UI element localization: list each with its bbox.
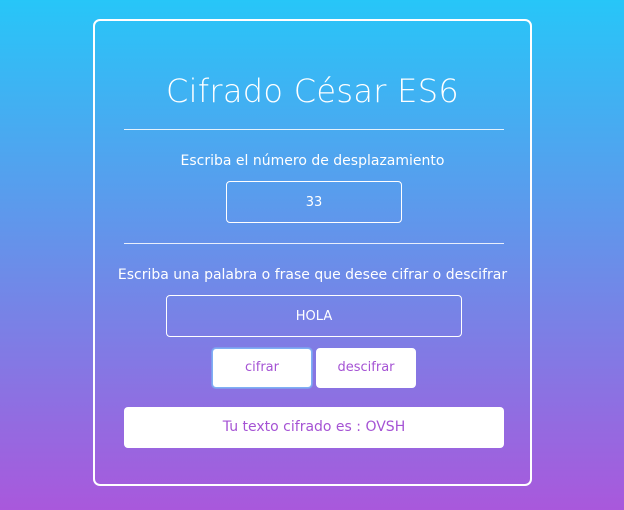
- message-input[interactable]: [166, 295, 462, 337]
- result-output: Tu texto cifrado es : OVSH: [124, 407, 504, 448]
- message-label: Escriba una palabra o frase que desee ci…: [117, 267, 508, 283]
- decipher-button[interactable]: descifrar: [316, 348, 416, 388]
- page-title: Cifrado César ES6: [166, 72, 459, 110]
- cipher-card: Cifrado César ES6 Escriba el número de d…: [93, 19, 532, 486]
- divider-middle: [124, 243, 504, 244]
- divider-top: [124, 129, 504, 130]
- shift-input[interactable]: [226, 181, 402, 223]
- cipher-button[interactable]: cifrar: [212, 348, 312, 388]
- shift-label: Escriba el número de desplazamiento: [180, 153, 445, 169]
